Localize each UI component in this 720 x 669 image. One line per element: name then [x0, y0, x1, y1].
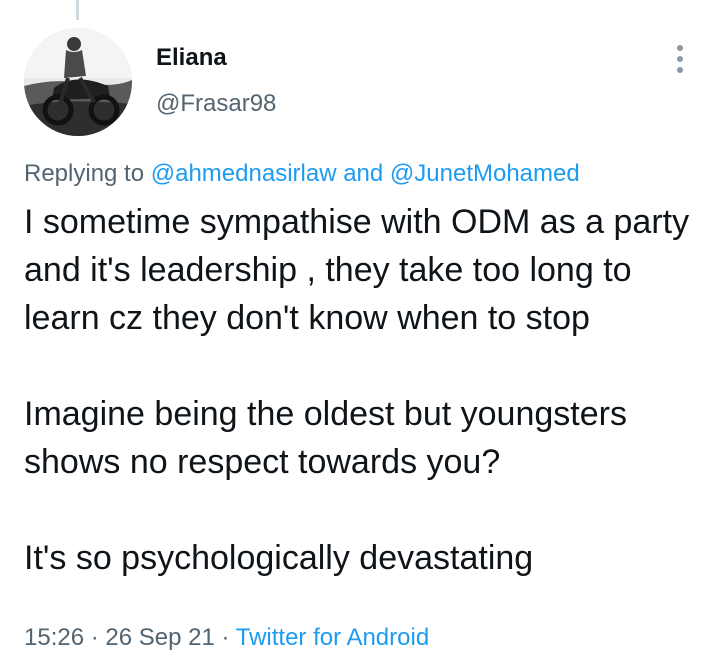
replying-to-line: Replying to @ahmednasirlaw and @JunetMoh… [24, 160, 580, 188]
tweet-paragraph: I sometime sympathise with ODM as a part… [24, 203, 690, 337]
more-dot-icon [677, 56, 683, 62]
thread-connector-line [76, 0, 79, 20]
tweet-date[interactable]: 26 Sep 21 [105, 624, 214, 651]
avatar[interactable] [24, 28, 132, 136]
tweet-paragraph: It's so psychologically devastating [24, 539, 534, 577]
replying-prefix: Replying to [24, 160, 145, 187]
mention-joiner[interactable]: and [343, 160, 383, 187]
author-display-name[interactable]: Eliana [156, 44, 227, 72]
mention-link-2[interactable]: @JunetMohamed [390, 160, 580, 187]
more-options-icon[interactable] [666, 42, 694, 76]
tweet-paragraph: Imagine being the oldest but youngsters … [24, 395, 627, 481]
author-handle[interactable]: @Frasar98 [156, 90, 276, 118]
tweet-body: I sometime sympathise with ODM as a part… [24, 198, 704, 582]
tweet-metadata: 15:26 · 26 Sep 21 · Twitter for Android [24, 624, 429, 652]
tweet-time[interactable]: 15:26 [24, 624, 84, 651]
mention-link-1[interactable]: @ahmednasirlaw [151, 160, 337, 187]
meta-separator: · [90, 624, 99, 651]
more-dot-icon [677, 45, 683, 51]
tweet-source-link[interactable]: Twitter for Android [236, 624, 429, 651]
meta-separator: · [221, 624, 230, 651]
avatar-image [24, 28, 132, 136]
more-dot-icon [677, 67, 683, 73]
